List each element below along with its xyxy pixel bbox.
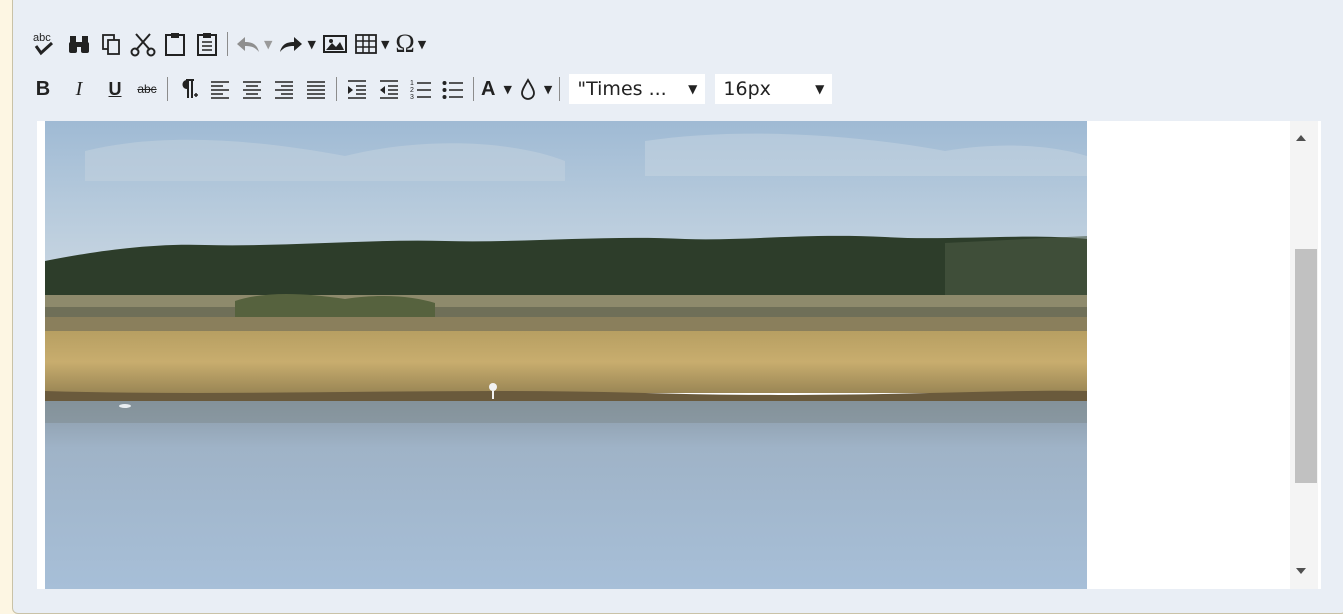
- paragraph-icon: [182, 79, 198, 98]
- scrollbar-thumb[interactable]: [1295, 249, 1317, 483]
- svg-text:abc: abc: [33, 32, 51, 44]
- find-button[interactable]: [66, 29, 92, 59]
- redo-dropdown-icon[interactable]: ▼: [307, 38, 315, 51]
- justify-button[interactable]: [303, 74, 329, 104]
- toolbar-row-1: abc ▼ ▼ ▼ Ω ▼: [30, 27, 432, 61]
- align-left-button[interactable]: [207, 74, 233, 104]
- background-color-button[interactable]: ▼: [518, 74, 552, 104]
- paragraph-button[interactable]: [175, 74, 201, 104]
- marsh-landscape-image[interactable]: [45, 121, 1087, 589]
- text-color-dropdown-icon[interactable]: ▼: [503, 83, 511, 96]
- bold-button[interactable]: B: [30, 74, 56, 104]
- toolbar-separator: [473, 77, 474, 101]
- omega-icon: Ω: [395, 29, 415, 58]
- svg-text:3: 3: [410, 94, 414, 101]
- toolbar-row-2: B I U abc 1 2 3 A ▼ ▼ "Times ... ▼ 16px …: [30, 72, 833, 106]
- cut-button[interactable]: [130, 29, 156, 59]
- text-color-icon: A: [481, 77, 496, 100]
- insert-image-button[interactable]: [322, 29, 348, 59]
- italic-icon: I: [75, 77, 83, 100]
- align-left-icon: [211, 81, 229, 99]
- font-family-select[interactable]: "Times ... ▼: [569, 74, 706, 104]
- align-right-button[interactable]: [271, 74, 297, 104]
- scissors-icon: [130, 33, 156, 57]
- font-size-value: 16px: [723, 78, 771, 100]
- underline-icon: U: [108, 78, 122, 99]
- special-char-dropdown-icon[interactable]: ▼: [418, 38, 426, 51]
- indent-button[interactable]: [344, 74, 370, 104]
- vertical-scrollbar[interactable]: [1287, 121, 1321, 589]
- align-right-icon: [275, 81, 293, 99]
- clipboard-icon: [165, 33, 185, 56]
- paste-text-button[interactable]: [194, 29, 220, 59]
- font-size-select[interactable]: 16px ▼: [715, 74, 833, 104]
- align-center-button[interactable]: [239, 74, 265, 104]
- align-center-icon: [243, 81, 261, 99]
- ordered-list-button[interactable]: 1 2 3: [408, 74, 434, 104]
- justify-icon: [307, 81, 325, 99]
- toolbar-separator: [336, 77, 337, 101]
- chevron-down-icon: ▼: [688, 82, 698, 96]
- scroll-up-arrow-icon[interactable]: [1296, 135, 1306, 141]
- font-family-value: "Times ...: [577, 78, 667, 100]
- toolbar-separator: [559, 77, 561, 101]
- image-icon: [322, 35, 347, 53]
- underline-button[interactable]: U: [102, 74, 128, 104]
- svg-text:2: 2: [410, 87, 414, 94]
- paste-button[interactable]: [162, 29, 188, 59]
- outdent-button[interactable]: [376, 74, 402, 104]
- table-dropdown-icon[interactable]: ▼: [381, 38, 389, 51]
- toolbar-separator: [167, 77, 168, 101]
- outdent-icon: [380, 80, 398, 99]
- toolbar-separator: [227, 32, 228, 56]
- bullet-list-icon: [442, 81, 463, 99]
- chevron-down-icon: ▼: [815, 82, 825, 96]
- ordered-list-icon: 1 2 3: [410, 80, 431, 101]
- insert-table-button[interactable]: ▼: [354, 29, 389, 59]
- scroll-down-arrow-icon[interactable]: [1296, 568, 1306, 574]
- copy-button[interactable]: [98, 29, 124, 59]
- svg-text:1: 1: [410, 80, 414, 87]
- undo-icon: [237, 37, 259, 52]
- binoculars-icon: [69, 36, 89, 53]
- editor-content-area[interactable]: [37, 121, 1321, 589]
- indent-icon: [348, 80, 366, 99]
- bullet-list-button[interactable]: [440, 74, 466, 104]
- bg-color-dropdown-icon[interactable]: ▼: [544, 83, 552, 96]
- copy-icon: [102, 34, 120, 55]
- spellcheck-icon: abc: [33, 32, 54, 56]
- text-color-button[interactable]: A ▼: [481, 74, 512, 104]
- strikethrough-icon: abc: [137, 82, 157, 96]
- spellcheck-button[interactable]: abc: [30, 29, 60, 59]
- bold-icon: B: [35, 77, 51, 100]
- table-icon: [355, 34, 377, 54]
- undo-button[interactable]: ▼: [235, 29, 272, 59]
- italic-button[interactable]: I: [66, 74, 92, 104]
- drop-icon: [521, 78, 535, 100]
- redo-icon: [280, 37, 303, 52]
- clipboard-text-icon: [197, 33, 217, 56]
- special-char-button[interactable]: Ω ▼: [395, 29, 426, 59]
- redo-button[interactable]: ▼: [278, 29, 316, 59]
- undo-dropdown-icon[interactable]: ▼: [264, 38, 272, 51]
- strikethrough-button[interactable]: abc: [134, 74, 160, 104]
